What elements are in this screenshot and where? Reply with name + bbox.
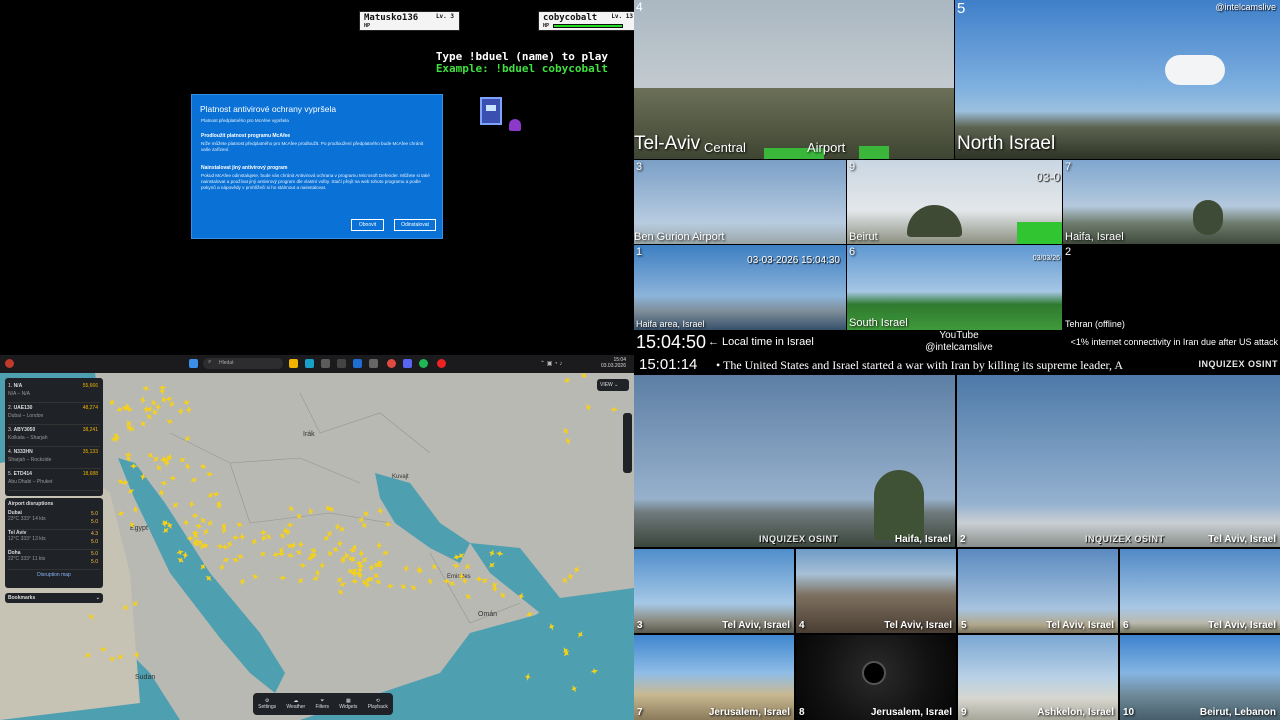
channel-handle: @intelcamslive: [1215, 2, 1276, 12]
local-time-clock: 15:04:50: [636, 332, 707, 352]
bcam-4[interactable]: 4 Tel Aviv, Israel: [796, 549, 956, 633]
bcam-3[interactable]: 3 Tel Aviv, Israel: [634, 549, 794, 633]
store-icon[interactable]: [321, 359, 330, 368]
bcam-6[interactable]: 6 Tel Aviv, Israel: [1120, 549, 1280, 633]
top-camera-grid: 4 Tel-Aviv Central Airport 5 @intelcamsl…: [634, 0, 1280, 330]
renew-button[interactable]: Obnovit: [351, 219, 384, 231]
news-headline: • The United States and Israel started a…: [716, 358, 1124, 372]
flight-row[interactable]: 2. UAE130 48,274 Dubai – London: [8, 403, 100, 425]
camera-south-israel[interactable]: 6 03/03/26 South Israel: [847, 245, 1062, 330]
info-bar: 15:04:50 ← Local time in Israel YouTube …: [634, 330, 1280, 375]
label-iraq: Irák: [303, 431, 315, 438]
ticker-clock: 15:01:14: [639, 356, 698, 373]
bcam-8[interactable]: 8 Jerusalem, Israel: [796, 635, 956, 720]
chrome-icon[interactable]: [387, 359, 396, 368]
playback-tool[interactable]: ⟲ Playback: [368, 698, 388, 710]
weather-tool[interactable]: ☁ Weather: [286, 698, 305, 710]
opera-icon[interactable]: [437, 359, 446, 368]
edge-icon[interactable]: [305, 359, 314, 368]
local-time-label: ← Local time in Israel: [708, 336, 814, 348]
app-icon[interactable]: [337, 359, 346, 368]
map-zoom-controls[interactable]: [623, 413, 632, 473]
camera-beirut[interactable]: 9 03-0 Beirut: [847, 160, 1062, 244]
app2-icon[interactable]: [369, 359, 378, 368]
taskbar-search-input[interactable]: ⌕ Hledat: [203, 358, 283, 369]
flight-radar-panel: Irák Egypt Sudan Omán Emirates Kuvajt 1.…: [0, 373, 634, 720]
youtube-handle: YouTube @intelcamslive: [925, 330, 993, 353]
flight-list: 1. N/A 55,666 N/A – N/A 2. UAE130 48,274 Duba…: [8, 381, 100, 491]
explorer-icon[interactable]: [289, 359, 298, 368]
label-kuwait: Kuvajt: [392, 474, 409, 480]
osint-watermark: INQUIZEX OSINT: [1198, 359, 1278, 369]
flight-list-panel: 1. N/A 55,666 N/A – N/A 2. UAE130 48,274 Duba…: [5, 378, 103, 496]
flight-row[interactable]: 1. N/A 55,666 N/A – N/A: [8, 381, 100, 403]
settings-tool[interactable]: ⚙ Settings: [258, 698, 276, 710]
label-emirates: Emirates: [447, 574, 471, 580]
bcam-7[interactable]: 7 Jerusalem, Israel: [634, 635, 794, 720]
bottom-camera-grid: INQUIZEX OSINT Haifa, Israel INQUIZEX OS…: [634, 375, 1280, 720]
bullet-icon: •: [716, 358, 723, 372]
bcam-9[interactable]: 9 Ashkelon, Israel: [958, 635, 1118, 720]
bcam-1[interactable]: INQUIZEX OSINT Haifa, Israel: [634, 375, 955, 547]
game-stream-panel: Matusko136 Lv. 3 HP cobycobalt Lv. 13 HP…: [0, 0, 639, 355]
bookmarks-section[interactable]: Bookmarks ⌄: [5, 593, 103, 603]
bcam-5[interactable]: 5 Tel Aviv, Israel: [958, 549, 1118, 633]
airport-disruptions-panel: Airport disruptions Dubai 23°C 333° 14 kt…: [5, 498, 103, 588]
taskbar-clock[interactable]: 15:04 03.03.2026: [601, 357, 626, 369]
flight-row[interactable]: 4. N333HN 35,133 Sharjah – Rockside: [8, 447, 100, 469]
player-sprite: [480, 97, 502, 125]
search-icon: ⌕: [208, 359, 212, 365]
uninstall-button[interactable]: Odinstalovat: [394, 219, 436, 231]
enemy-sprite: [509, 119, 521, 131]
camera-label: North Israel: [957, 133, 1056, 154]
word-icon[interactable]: [353, 359, 362, 368]
windows-taskbar: ⌕ Hledat ⌃ ▣ ◔ ♪ 15:04 03.03.2026: [0, 355, 634, 373]
camera-haifa[interactable]: 7 Haifa, Israel: [1063, 160, 1280, 244]
spotify-icon[interactable]: [419, 359, 428, 368]
chevron-down-icon: ⌄: [95, 595, 100, 601]
player1-nameplate: Matusko136 Lv. 3 HP: [359, 11, 460, 31]
antivirus-expired-dialog: Platnost antivirové ochrany vypršela Pla…: [191, 94, 443, 239]
player2-nameplate: cobycobalt Lv. 13 HP: [538, 11, 639, 31]
airport-row[interactable]: Tel Aviv 12°C 333° 13 kts 4.3 5.0: [8, 530, 100, 550]
discord-icon[interactable]: [403, 359, 412, 368]
camera-ben-gurion[interactable]: 3 Ben Gurion Airport: [634, 160, 846, 244]
duel-example: Example: !bduel cobycobalt: [435, 62, 608, 75]
dialog-title: Platnost antivirové ochrany vypršela: [200, 104, 337, 114]
tray-icons[interactable]: ⌃ ▣ ◔ ♪: [540, 360, 562, 367]
airport-row[interactable]: Dubai 23°C 333° 14 kts 5.0 5.0: [8, 510, 100, 530]
camera-label: Tel-Aviv: [634, 133, 701, 154]
camera-north-israel[interactable]: 5 @intelcamslive North Israel: [955, 0, 1280, 159]
filters-tool[interactable]: ⏷ Filters: [315, 698, 329, 710]
camera-tel-aviv[interactable]: 4 Tel-Aviv Central Airport: [634, 0, 954, 159]
bcam-10[interactable]: 10 Beirut, Lebanon: [1120, 635, 1280, 720]
camera-haifa-area[interactable]: 1 03-03-2026 15:04:30 Haifa area, Israel: [634, 245, 846, 330]
disruption-map-link[interactable]: Disruption map: [8, 572, 100, 578]
widgets-tool[interactable]: ▦ Widgets: [339, 698, 357, 710]
news-ticker: 15:01:14 • The United States and Israel …: [634, 355, 1280, 375]
label-oman: Omán: [478, 611, 497, 618]
camera-tehran[interactable]: 2 Tehran (offline): [1063, 245, 1280, 330]
flight-row[interactable]: 3. ABY3050 38,241 Kolkata – Sharjah: [8, 425, 100, 447]
flight-row[interactable]: 5. ETD414 18,688 Abu Dhabi – Phuket: [8, 469, 100, 491]
airport-row[interactable]: Doha 22°C 333° 11 kts 5.0 5.0: [8, 550, 100, 570]
map-view-button[interactable]: VIEW ⌄: [597, 379, 629, 391]
bcam-2[interactable]: INQUIZEX OSINT 2 Tel Aviv, Israel: [957, 375, 1280, 547]
label-sudan: Sudan: [135, 674, 155, 681]
player2-hp-bar: [553, 24, 623, 28]
start-icon[interactable]: [189, 359, 198, 368]
weather-icon[interactable]: [5, 359, 14, 368]
map-bottom-toolbar: ⚙ Settings ☁ Weather ⏷ Filters ▦ Widgets ⟲ Pl…: [253, 693, 393, 715]
iran-connectivity-note: <1% internet connectivity in Iran due af…: [1070, 337, 1278, 347]
